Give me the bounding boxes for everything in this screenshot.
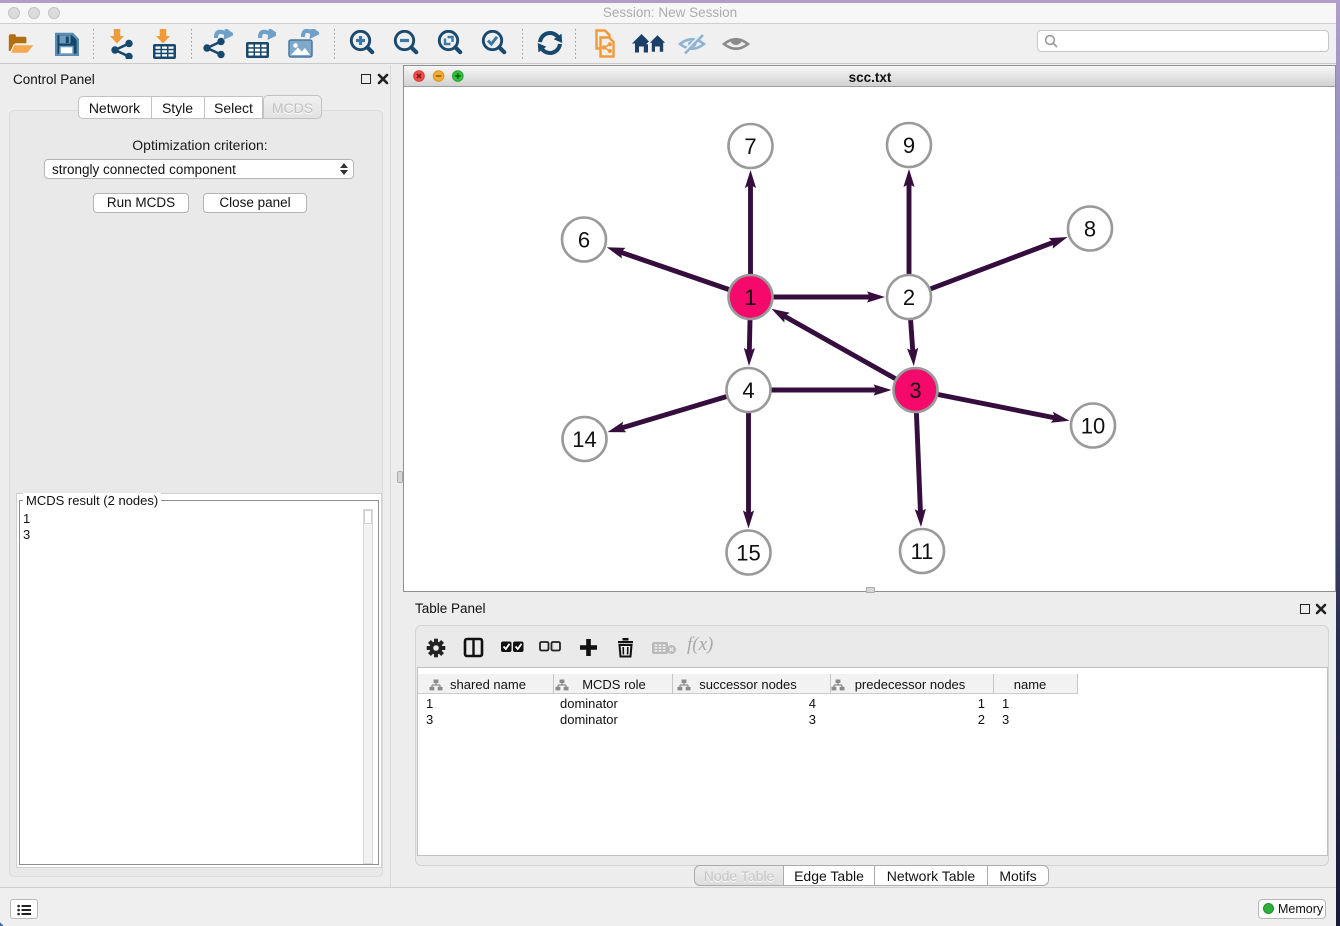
svg-text:2: 2 <box>903 285 915 310</box>
svg-text:11: 11 <box>911 539 934 564</box>
svg-text:4: 4 <box>742 378 754 403</box>
svg-text:8: 8 <box>1084 216 1096 241</box>
svg-text:14: 14 <box>572 427 596 452</box>
svg-text:3: 3 <box>909 378 921 403</box>
svg-text:9: 9 <box>903 133 915 158</box>
svg-text:7: 7 <box>744 134 756 159</box>
svg-text:6: 6 <box>578 227 590 252</box>
svg-text:15: 15 <box>736 540 760 565</box>
svg-text:1: 1 <box>744 285 756 310</box>
svg-text:10: 10 <box>1081 413 1105 438</box>
